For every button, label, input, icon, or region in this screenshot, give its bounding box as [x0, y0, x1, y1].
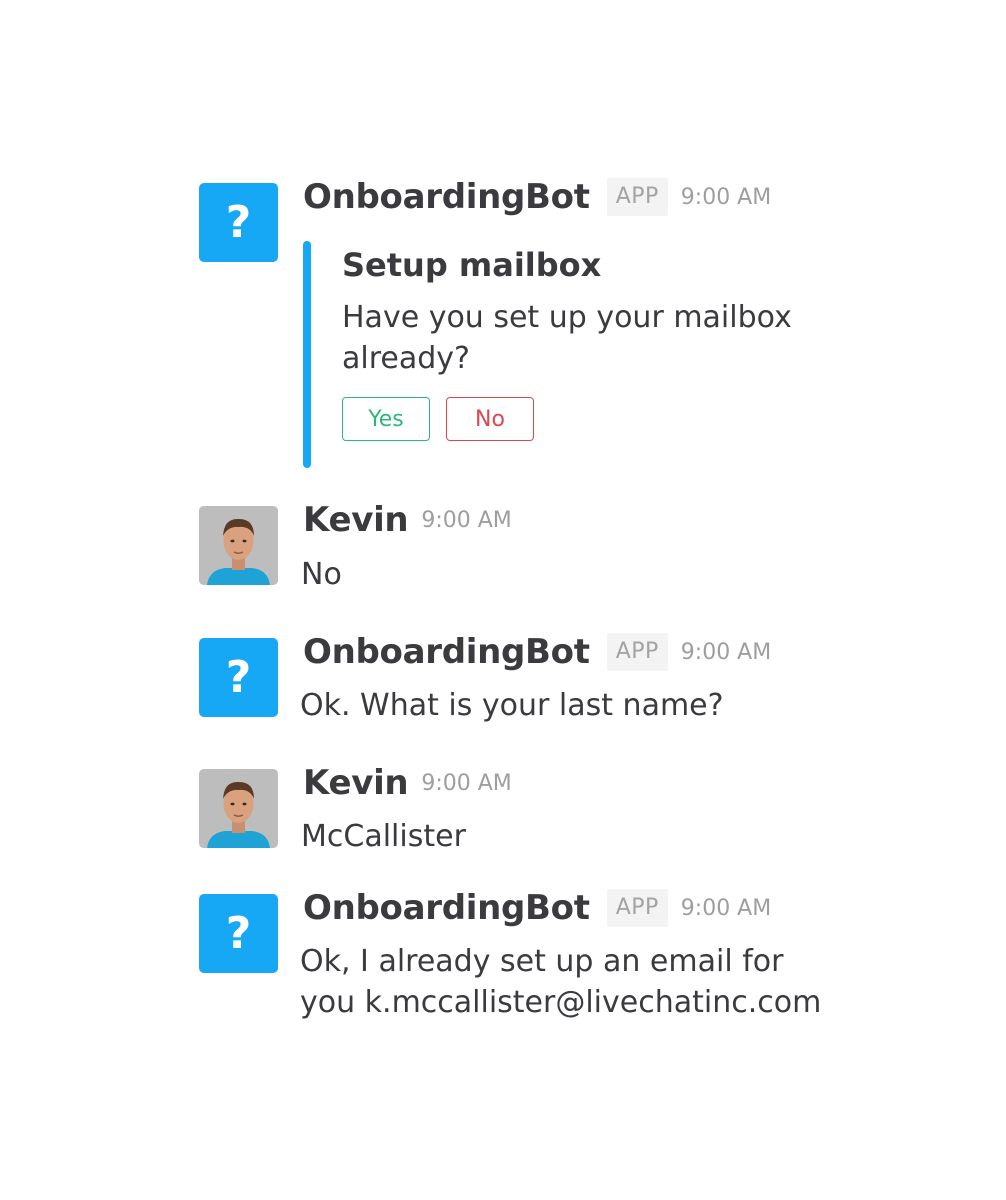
- attachment-card: Setup mailbox Have you set up your mailb…: [303, 241, 823, 468]
- attachment-accent-bar: [303, 241, 311, 468]
- timestamp[interactable]: 9:00 AM: [681, 896, 771, 921]
- author-name[interactable]: Kevin: [303, 500, 409, 540]
- message-header: OnboardingBot APP 9:00 AM: [303, 177, 771, 217]
- bot-avatar[interactable]: ?: [199, 894, 278, 973]
- bot-avatar[interactable]: ?: [199, 183, 278, 262]
- message-text-line: Ok, I already set up an email for: [300, 944, 784, 979]
- question-mark-icon: ?: [225, 907, 252, 959]
- person-avatar-icon: [199, 506, 278, 585]
- question-mark-icon: ?: [225, 651, 252, 703]
- author-name[interactable]: OnboardingBot: [303, 632, 590, 672]
- no-button[interactable]: No: [446, 397, 534, 441]
- user-avatar[interactable]: [199, 506, 278, 585]
- yes-button[interactable]: Yes: [342, 397, 430, 441]
- app-badge: APP: [606, 178, 668, 216]
- app-badge: APP: [606, 633, 668, 671]
- message-text: Ok. What is your last name?: [300, 688, 724, 723]
- timestamp[interactable]: 9:00 AM: [421, 771, 511, 796]
- author-name[interactable]: Kevin: [303, 763, 409, 803]
- timestamp[interactable]: 9:00 AM: [681, 640, 771, 665]
- user-avatar[interactable]: [199, 769, 278, 848]
- attachment-title: Setup mailbox: [342, 246, 602, 284]
- timestamp[interactable]: 9:00 AM: [681, 185, 771, 210]
- message-text-line: you k.mccallister@livechatinc.com: [300, 985, 822, 1020]
- attachment-text: Have you set up your mailbox already?: [342, 297, 822, 379]
- author-name[interactable]: OnboardingBot: [303, 177, 590, 217]
- timestamp[interactable]: 9:00 AM: [421, 508, 511, 533]
- person-avatar-icon: [199, 769, 278, 848]
- message-text: Ok, I already set up an email for you k.…: [300, 941, 821, 1023]
- message-header: OnboardingBot APP 9:00 AM: [303, 632, 771, 672]
- attachment-text-line: Have you set up your mailbox: [342, 300, 792, 335]
- message-header: Kevin 9:00 AM: [303, 500, 512, 540]
- message-text: No: [301, 557, 342, 592]
- message-text: McCallister: [301, 819, 466, 854]
- attachment-text-line: already?: [342, 341, 470, 376]
- bot-avatar[interactable]: ?: [199, 638, 278, 717]
- question-mark-icon: ?: [225, 196, 252, 248]
- message-header: Kevin 9:00 AM: [303, 763, 512, 803]
- app-badge: APP: [606, 889, 668, 927]
- message-header: OnboardingBot APP 9:00 AM: [303, 888, 771, 928]
- author-name[interactable]: OnboardingBot: [303, 888, 590, 928]
